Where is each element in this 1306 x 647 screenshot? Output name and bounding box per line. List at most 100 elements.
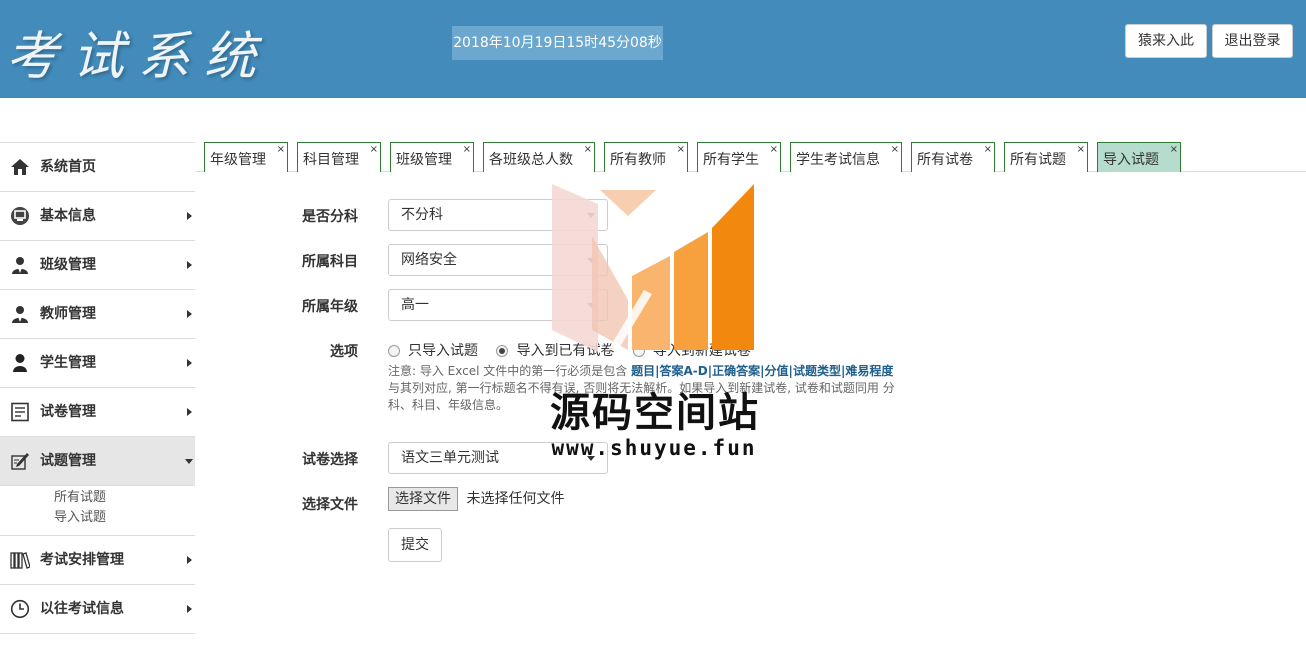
chevron-right-icon xyxy=(187,556,192,564)
tab-student-exam-info[interactable]: 学生考试信息 × xyxy=(790,142,902,172)
note-field: 试题类型 xyxy=(792,364,841,378)
logout-button[interactable]: 退出登录 xyxy=(1212,24,1293,58)
tab-all-students[interactable]: 所有学生 × xyxy=(697,142,781,172)
tab-label: 导入试题 xyxy=(1103,152,1159,168)
note-field: 正确答案 xyxy=(712,364,761,378)
choose-file-button[interactable]: 选择文件 xyxy=(388,487,458,511)
file-input: 选择文件 未选择任何文件 xyxy=(388,487,564,511)
divide-label: 是否分科 xyxy=(302,209,358,225)
tab-label: 所有教师 xyxy=(610,152,666,168)
sidebar-item-home[interactable]: 系统首页 xyxy=(0,142,195,191)
sidebar-item-label: 系统首页 xyxy=(40,159,96,175)
grade-value: 高一 xyxy=(401,297,429,313)
sidebar-item-paper-mgmt[interactable]: 试卷管理 xyxy=(0,387,195,436)
chevron-right-icon xyxy=(187,310,192,318)
tab-label: 学生考试信息 xyxy=(796,152,880,168)
radio-only-questions[interactable]: 只导入试题 xyxy=(388,341,478,361)
subject-value: 网络安全 xyxy=(401,252,457,268)
watermark-logo xyxy=(552,184,754,352)
submenu-all-questions[interactable]: 所有试题 xyxy=(54,488,195,508)
file-label: 选择文件 xyxy=(302,497,358,513)
radio-label: 只导入试题 xyxy=(408,343,478,359)
sidebar-submenu: 所有试题 导入试题 xyxy=(0,485,195,535)
close-icon[interactable]: × xyxy=(1170,145,1178,155)
home-icon xyxy=(11,159,29,175)
note-field: 分值 xyxy=(764,364,789,378)
sidebar-item-label: 试题管理 xyxy=(40,453,96,469)
sidebar-item-teacher-mgmt[interactable]: 教师管理 xyxy=(0,289,195,338)
app-logo: 考试系统 xyxy=(6,27,271,87)
monitor-icon xyxy=(11,207,29,225)
watermark-title: 源码空间站 xyxy=(550,390,760,436)
tab-label: 科目管理 xyxy=(303,152,359,168)
sidebar-item-label: 以往考试信息 xyxy=(40,601,124,617)
clock-icon xyxy=(10,599,30,619)
sidebar-item-question-mgmt[interactable]: 试题管理 xyxy=(0,436,195,485)
sidebar-item-label: 基本信息 xyxy=(40,208,96,224)
sidebar-item-label: 考试安排管理 xyxy=(40,552,124,568)
paper-value: 语文三单元测试 xyxy=(401,450,499,466)
close-icon[interactable]: × xyxy=(1077,145,1085,155)
watermark-url: www.shuyue.fun xyxy=(551,436,757,460)
close-icon[interactable]: × xyxy=(891,145,899,155)
divide-value: 不分科 xyxy=(401,207,443,223)
options-label: 选项 xyxy=(330,344,358,360)
submit-button[interactable]: 提交 xyxy=(388,528,442,562)
sidebar-item-label: 学生管理 xyxy=(40,355,96,371)
tab-label: 所有试卷 xyxy=(917,152,973,168)
tab-label: 所有试题 xyxy=(1010,152,1066,168)
note-field: 题目 xyxy=(631,364,656,378)
tab-subject-mgmt[interactable]: 科目管理 × xyxy=(297,142,381,172)
close-icon[interactable]: × xyxy=(277,145,285,155)
note-field: 答案A-D xyxy=(659,364,708,378)
sidebar-item-label: 班级管理 xyxy=(40,257,96,273)
tab-import-questions[interactable]: 导入试题 × xyxy=(1097,142,1181,172)
top-header: 考试系统 2018年10月19日15时45分08秒 猿来入此 退出登录 xyxy=(0,0,1306,98)
submenu-import-questions[interactable]: 导入试题 xyxy=(54,508,195,528)
datetime-display: 2018年10月19日15时45分08秒 xyxy=(452,26,663,60)
paper-label: 试卷选择 xyxy=(302,452,358,468)
tab-class-mgmt[interactable]: 班级管理 × xyxy=(390,142,474,172)
subject-label: 所属科目 xyxy=(302,254,358,270)
tab-all-teachers[interactable]: 所有教师 × xyxy=(604,142,688,172)
user-tie-icon xyxy=(12,257,28,274)
document-icon xyxy=(11,402,29,422)
file-status: 未选择任何文件 xyxy=(466,491,565,507)
sidebar-item-basic-info[interactable]: 基本信息 xyxy=(0,191,195,240)
radio-circle xyxy=(388,345,400,357)
tab-grade-mgmt[interactable]: 年级管理 × xyxy=(204,142,288,172)
close-icon[interactable]: × xyxy=(984,145,992,155)
user-icon xyxy=(13,354,27,372)
chevron-down-icon xyxy=(185,459,193,464)
books-icon xyxy=(10,552,30,569)
sidebar-item-exam-schedule[interactable]: 考试安排管理 xyxy=(0,535,195,584)
grade-label: 所属年级 xyxy=(302,299,358,315)
sidebar-item-class-mgmt[interactable]: 班级管理 xyxy=(0,240,195,289)
close-icon[interactable]: × xyxy=(770,145,778,155)
note-field: 难易程度 xyxy=(845,364,894,378)
sidebar-item-past-exams[interactable]: 以往考试信息 xyxy=(0,584,195,633)
chevron-right-icon xyxy=(187,605,192,613)
close-icon[interactable]: × xyxy=(677,145,685,155)
tab-label: 各班级总人数 xyxy=(489,152,573,168)
edit-icon xyxy=(11,453,29,470)
sidebar-item-student-mgmt[interactable]: 学生管理 xyxy=(0,338,195,387)
close-icon[interactable]: × xyxy=(370,145,378,155)
tab-class-totals[interactable]: 各班级总人数 × xyxy=(483,142,595,172)
user-tie-icon xyxy=(12,306,28,323)
sidebar-item-label: 试卷管理 xyxy=(40,404,96,420)
user-button[interactable]: 猿来入此 xyxy=(1125,24,1207,58)
tab-label: 班级管理 xyxy=(396,152,452,168)
close-icon[interactable]: × xyxy=(584,145,592,155)
tab-label: 所有学生 xyxy=(703,152,759,168)
tab-all-questions[interactable]: 所有试题 × xyxy=(1004,142,1088,172)
chevron-right-icon xyxy=(187,359,192,367)
chevron-right-icon xyxy=(187,212,192,220)
note-prefix: 注意: 导入 Excel 文件中的第一行必须是包含 xyxy=(388,364,632,378)
radio-circle-checked xyxy=(496,345,509,357)
close-icon[interactable]: × xyxy=(463,145,471,155)
tab-all-papers[interactable]: 所有试卷 × xyxy=(911,142,995,172)
chevron-right-icon xyxy=(187,408,192,416)
chevron-right-icon xyxy=(187,261,192,269)
sidebar: 系统首页 基本信息 班级管理 教师管理 学生管理 试卷管理 试题管理 所有试题 … xyxy=(0,142,195,634)
